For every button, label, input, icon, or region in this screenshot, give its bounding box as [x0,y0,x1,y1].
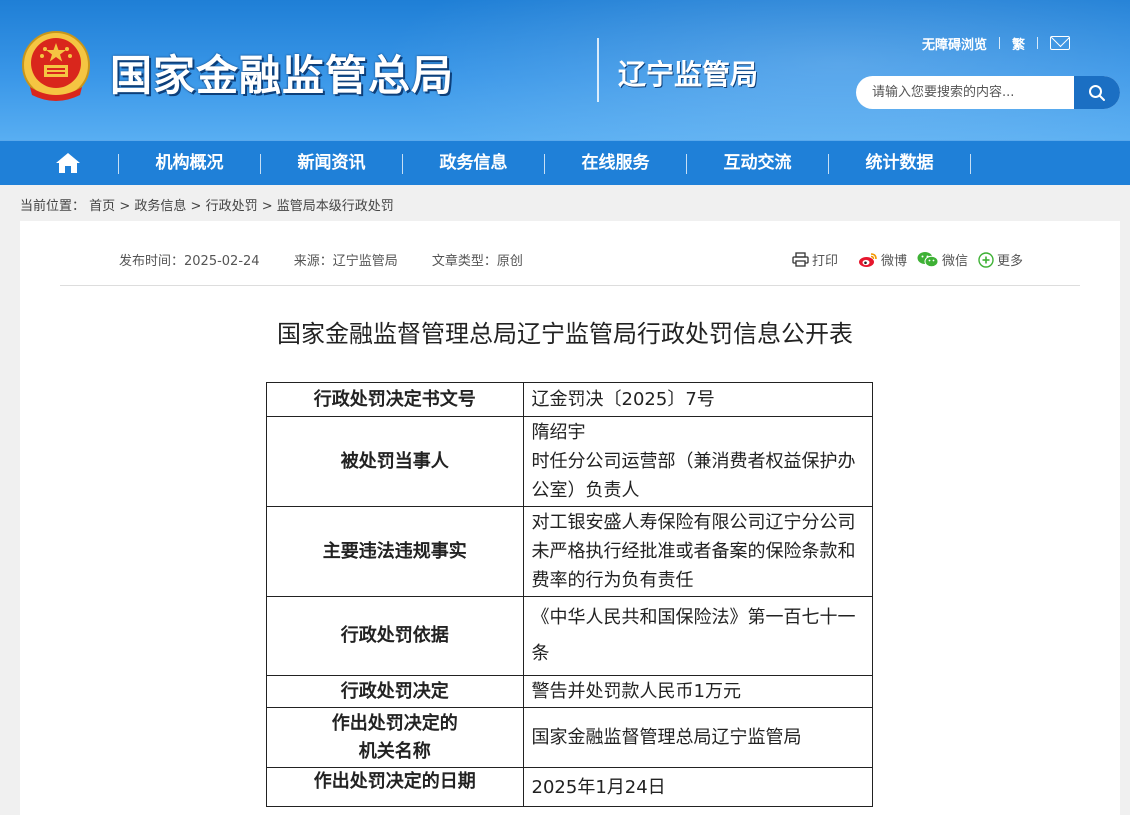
more-share-button[interactable]: 更多 [978,250,1023,269]
breadcrumb-item-penalty[interactable]: 行政处罚 [206,199,258,214]
row-value: 对工银安盛人寿保险有限公司辽宁分公司未严格执行经批准或者备案的保险条款和费率的行… [522,506,874,597]
nav-item-government-info[interactable]: 政务信息 [403,141,544,186]
row-key: 行政处罚决定书文号 [266,382,524,417]
row-key: 行政处罚依据 [266,596,524,676]
print-button[interactable]: 打印 [792,250,838,269]
row-key-line: 机关名称 [358,740,431,762]
traditional-chinese-link[interactable]: 繁 [1012,34,1025,53]
breadcrumb: 当前位置： 首页 > 政务信息 > 行政处罚 > 监管局本级行政处罚 [20,195,394,214]
link-separator [1037,37,1039,49]
row-key: 被处罚当事人 [266,416,524,507]
row-value: 国家金融监督管理总局辽宁监管局 [522,707,874,768]
breadcrumb-separator: > [190,199,202,214]
nav-item-news[interactable]: 新闻资讯 [261,141,402,186]
print-label: 打印 [812,254,839,269]
table-row: 主要违法违规事实 对工银安盛人寿保险有限公司辽宁分公司未严格执行经批准或者备案的… [266,506,874,597]
nav-item-organization[interactable]: 机构概况 [119,141,260,186]
row-value: 辽金罚决〔2025〕7号 [522,382,874,417]
nav-separator [970,154,971,174]
table-row: 行政处罚决定 警告并处罚款人民币1万元 [266,675,874,708]
accessibility-link[interactable]: 无障碍浏览 [922,34,987,53]
site-header: 国家金融监管总局 辽宁监管局 无障碍浏览 繁 [0,0,1130,140]
more-label: 更多 [997,254,1024,269]
row-key-line: 作出处罚决定的 [331,712,458,734]
site-title[interactable]: 国家金融监管总局 [110,42,454,103]
national-emblem-icon[interactable] [20,29,92,105]
table-row: 被处罚当事人 隋绍宇 时任分公司运营部（兼消费者权益保护办公室）负责人 [266,416,874,507]
breadcrumb-prefix: 当前位置： [20,199,86,214]
party-name: 隋绍宇 [531,422,586,443]
mail-icon[interactable] [1050,36,1071,50]
weibo-share-button[interactable]: 微博 [858,250,907,269]
row-value: 《中华人民共和国保险法》第一百七十一条 [522,596,874,676]
breadcrumb-separator: > [261,199,273,214]
breadcrumb-item-local-penalty[interactable]: 监管局本级行政处罚 [277,199,394,214]
row-key: 作出处罚决定的日期 [266,767,524,807]
breadcrumb-item-government-info[interactable]: 政务信息 [134,199,186,214]
table-row: 作出处罚决定的日期 2025年1月24日 [266,767,874,807]
row-key: 作出处罚决定的 机关名称 [266,707,524,768]
breadcrumb-item-home[interactable]: 首页 [89,199,115,214]
wechat-icon [917,252,939,268]
table-row: 行政处罚决定书文号 辽金罚决〔2025〕7号 [266,382,874,417]
sub-site-title[interactable]: 辽宁监管局 [618,53,758,93]
document-title: 国家金融监督管理总局辽宁监管局行政处罚信息公开表 [277,320,853,348]
table-row: 行政处罚依据 《中华人民共和国保险法》第一百七十一条 [266,596,874,676]
article-meta: 发布时间：2025-02-24 来源：辽宁监管局 文章类型：原创 [119,250,553,269]
weibo-icon [859,252,877,267]
row-key: 主要违法违规事实 [266,506,524,597]
plus-circle-icon [978,251,994,268]
row-key: 行政处罚决定 [266,675,524,708]
search-button[interactable] [1074,76,1120,109]
nav-item-interaction[interactable]: 互动交流 [687,141,828,186]
article-source: 来源：辽宁监管局 [293,254,398,269]
title-divider [597,38,599,102]
nav-item-online-service[interactable]: 在线服务 [545,141,686,186]
wechat-label: 微信 [942,254,969,269]
home-icon[interactable] [55,152,81,174]
penalty-info-table: 行政处罚决定书文号 辽金罚决〔2025〕7号 被处罚当事人 隋绍宇 时任分公司运… [266,382,874,807]
search-box [856,76,1120,109]
party-position: 时任分公司运营部（兼消费者权益保护办公室）负责人 [531,451,856,501]
meta-divider [60,285,1080,286]
main-nav: 机构概况 新闻资讯 政务信息 在线服务 互动交流 统计数据 [0,140,1130,185]
row-value: 2025年1月24日 [522,767,874,807]
search-icon [1089,84,1105,101]
top-utility-links: 无障碍浏览 繁 [922,33,1071,53]
row-value: 警告并处罚款人民币1万元 [522,675,874,708]
article-type: 文章类型：原创 [431,254,523,269]
share-tools: 打印 微博 微信 更多 [792,250,1033,269]
nav-item-statistics[interactable]: 统计数据 [829,141,970,186]
wechat-share-button[interactable]: 微信 [917,250,968,269]
row-value: 隋绍宇 时任分公司运营部（兼消费者权益保护办公室）负责人 [522,416,874,507]
search-input[interactable] [856,76,1074,109]
breadcrumb-separator: > [119,199,131,214]
link-separator [999,37,1001,49]
printer-icon [792,252,809,267]
table-row: 作出处罚决定的 机关名称 国家金融监督管理总局辽宁监管局 [266,707,874,768]
publish-time: 发布时间：2025-02-24 [119,254,260,269]
weibo-label: 微博 [881,254,908,269]
